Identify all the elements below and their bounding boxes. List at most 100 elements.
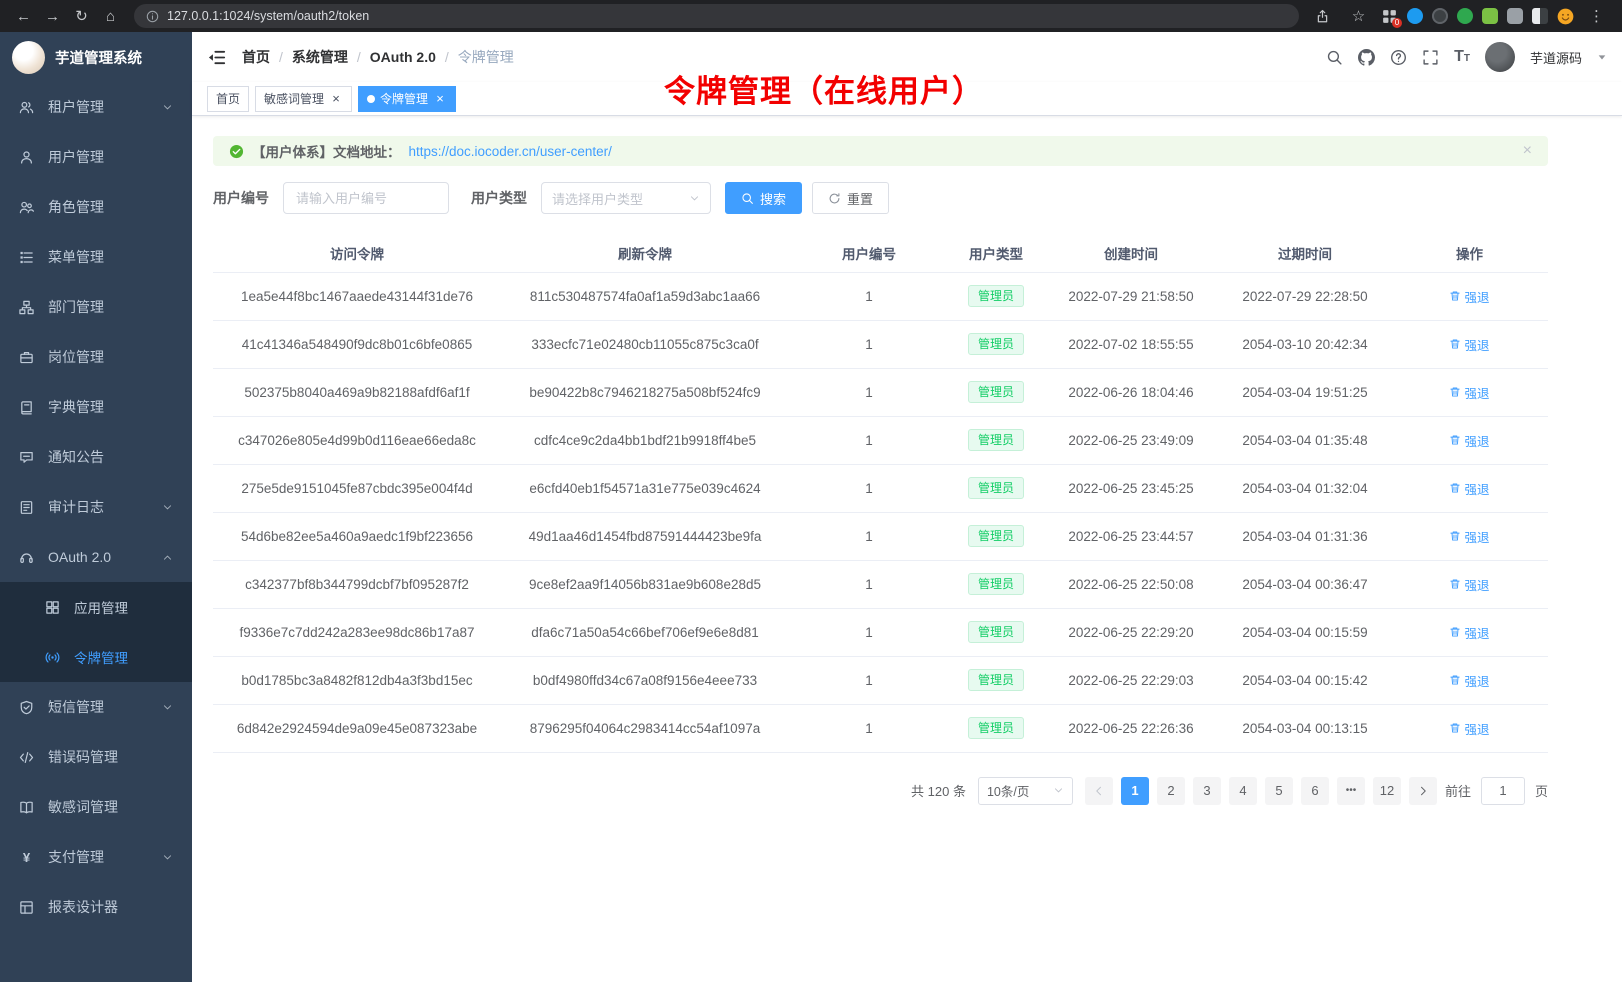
force-logout-button[interactable]: 强退 (1449, 527, 1489, 546)
sidebar-item[interactable]: 用户管理 (0, 132, 192, 182)
user-id-cell: 1 (789, 656, 949, 704)
sidebar-item[interactable]: ¥支付管理 (0, 832, 192, 882)
sidebar-item[interactable]: 字典管理 (0, 382, 192, 432)
user-avatar[interactable] (1485, 42, 1515, 72)
extension-blue-icon[interactable] (1407, 8, 1423, 24)
page-button[interactable]: 2 (1157, 777, 1185, 805)
address-bar[interactable]: 127.0.0.1:1024/system/oauth2/token (134, 4, 1299, 28)
force-logout-button[interactable]: 强退 (1449, 575, 1489, 594)
caret-down-icon[interactable] (1597, 52, 1607, 62)
sidebar-item[interactable]: OAuth 2.0 (0, 532, 192, 582)
sidebar-item[interactable]: 角色管理 (0, 182, 192, 232)
force-logout-button[interactable]: 强退 (1449, 671, 1489, 690)
tab-item[interactable]: 敏感词管理× (255, 86, 352, 112)
home-icon[interactable]: ⌂ (97, 3, 124, 29)
profile-avatar-icon[interactable] (1557, 8, 1574, 25)
github-icon[interactable] (1358, 49, 1375, 66)
prev-page-button[interactable] (1085, 777, 1113, 805)
site-info-icon[interactable] (146, 10, 159, 23)
tab-item[interactable]: 首页 (207, 86, 249, 112)
sidebar-item[interactable]: 报表设计器 (0, 882, 192, 932)
sidebar-item[interactable]: 短信管理 (0, 682, 192, 732)
sidebar-item[interactable]: 租户管理 (0, 82, 192, 132)
sidebar-item[interactable]: 应用管理 (0, 582, 192, 632)
sidebar-item[interactable]: 部门管理 (0, 282, 192, 332)
force-logout-button[interactable]: 强退 (1449, 431, 1489, 450)
fullscreen-icon[interactable] (1422, 49, 1439, 66)
force-logout-button[interactable]: 强退 (1449, 479, 1489, 498)
page-button[interactable]: 1 (1121, 777, 1149, 805)
breadcrumb-item[interactable]: 系统管理 (292, 47, 348, 67)
access-token-cell: 502375b8040a469a9b82188afdf6af1f (213, 368, 501, 416)
extensions-icon[interactable]: 0 (1381, 8, 1398, 25)
chevron-up-icon (162, 552, 173, 563)
force-logout-button[interactable]: 强退 (1449, 383, 1489, 402)
sidebar-item[interactable]: 审计日志 (0, 482, 192, 532)
reset-button[interactable]: 重置 (812, 182, 889, 214)
more-pages-button[interactable]: ••• (1337, 777, 1365, 805)
font-size-icon[interactable]: TT (1454, 49, 1470, 65)
user-type-select[interactable]: 请选择用户类型 (541, 182, 711, 214)
alert-close-icon[interactable]: × (1523, 143, 1532, 159)
extension-green-icon[interactable] (1457, 8, 1473, 24)
sidebar-item[interactable]: 敏感词管理 (0, 782, 192, 832)
sms-icon (19, 700, 34, 715)
goto-page-input[interactable] (1481, 777, 1525, 805)
create-time-cell: 2022-06-26 18:04:46 (1043, 368, 1219, 416)
extension-puzzle-gray-icon[interactable] (1507, 8, 1523, 24)
force-logout-button[interactable]: 强退 (1449, 719, 1489, 738)
sidebar-item[interactable]: 错误码管理 (0, 732, 192, 782)
extension-split-icon[interactable] (1532, 8, 1548, 24)
forward-icon[interactable]: → (39, 3, 66, 29)
back-icon[interactable]: ← (10, 3, 37, 29)
user-type-cell: 管理员 (949, 320, 1043, 368)
user-id-cell: 1 (789, 320, 949, 368)
extension-puzzle-green-icon[interactable] (1482, 8, 1498, 24)
sidebar-item[interactable]: 令牌管理 (0, 632, 192, 682)
share-icon[interactable] (1309, 3, 1336, 29)
app-logo[interactable]: 芋道管理系统 (0, 32, 192, 82)
search-icon[interactable] (1326, 49, 1343, 66)
sidebar-fold-icon[interactable] (207, 48, 226, 67)
table-row: 275e5de9151045fe87cbdc395e004f4de6cfd40e… (213, 464, 1548, 512)
user-id-input[interactable] (283, 182, 449, 214)
page-button[interactable]: 4 (1229, 777, 1257, 805)
user-id-cell: 1 (789, 512, 949, 560)
create-time-cell: 2022-06-25 22:29:03 (1043, 656, 1219, 704)
next-page-button[interactable] (1409, 777, 1437, 805)
page-button[interactable]: 6 (1301, 777, 1329, 805)
sidebar-item[interactable]: 菜单管理 (0, 232, 192, 282)
user-type-placeholder: 请选择用户类型 (552, 189, 643, 208)
force-logout-button[interactable]: 强退 (1449, 287, 1489, 306)
page-button[interactable]: 12 (1373, 777, 1401, 805)
breadcrumb-separator: / (279, 49, 283, 65)
browser-menu-icon[interactable]: ⋮ (1583, 3, 1610, 29)
column-header: 用户类型 (949, 234, 1043, 272)
browser-actions: ☆ 0 ⋮ (1309, 3, 1612, 29)
user-id-cell: 1 (789, 464, 949, 512)
tab-item[interactable]: 令牌管理× (358, 86, 456, 112)
force-logout-button[interactable]: 强退 (1449, 335, 1489, 354)
extension-dark-icon[interactable] (1432, 8, 1448, 24)
help-icon[interactable] (1390, 49, 1407, 66)
page-button[interactable]: 3 (1193, 777, 1221, 805)
sidebar-item[interactable]: 岗位管理 (0, 332, 192, 382)
user-id-cell: 1 (789, 608, 949, 656)
page-button[interactable]: 5 (1265, 777, 1293, 805)
search-button[interactable]: 搜索 (725, 182, 802, 214)
bookmark-star-icon[interactable]: ☆ (1345, 3, 1372, 29)
action-cell: 强退 (1391, 272, 1548, 320)
user-type-cell: 管理员 (949, 272, 1043, 320)
user-name[interactable]: 芋道源码 (1530, 48, 1582, 67)
reload-icon[interactable]: ↻ (68, 3, 95, 29)
tab-close-icon[interactable]: × (329, 92, 343, 106)
page-size-select[interactable]: 10条/页 (978, 777, 1073, 805)
goto-suffix: 页 (1535, 781, 1548, 800)
tab-close-icon[interactable]: × (433, 92, 447, 106)
breadcrumb-item[interactable]: 首页 (242, 47, 270, 67)
doc-link[interactable]: https://doc.iocoder.cn/user-center/ (409, 144, 612, 159)
sidebar-item[interactable]: 通知公告 (0, 432, 192, 482)
breadcrumb-item[interactable]: OAuth 2.0 (370, 49, 436, 65)
chevron-down-icon (162, 502, 173, 513)
force-logout-button[interactable]: 强退 (1449, 623, 1489, 642)
